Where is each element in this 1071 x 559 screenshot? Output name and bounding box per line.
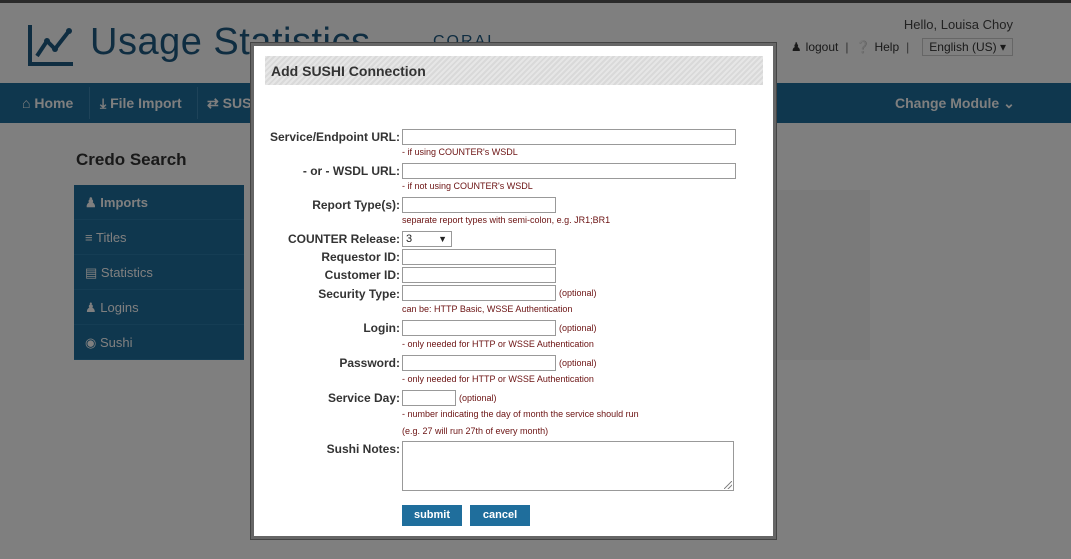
password-optional: (optional) — [559, 358, 597, 368]
password-label: Password: — [339, 356, 400, 370]
wsdl-url-label: - or - WSDL URL: — [302, 164, 400, 178]
sushi-notes-label: Sushi Notes: — [326, 442, 400, 456]
cancel-button[interactable]: cancel — [470, 505, 530, 526]
wsdl-url-input[interactable] — [402, 163, 736, 179]
counter-release-value: 3 — [406, 233, 413, 245]
report-types-label: Report Type(s): — [312, 198, 400, 212]
service-day-input[interactable] — [402, 390, 456, 406]
security-type-input[interactable] — [402, 285, 556, 301]
requestor-id-label: Requestor ID: — [321, 250, 400, 264]
modal-titlebar: Add SUSHI Connection — [265, 56, 763, 85]
submit-button[interactable]: submit — [402, 505, 462, 526]
security-type-hint: can be: HTTP Basic, WSSE Authentication — [402, 304, 573, 314]
security-type-optional: (optional) — [559, 288, 597, 298]
login-optional: (optional) — [559, 323, 597, 333]
add-sushi-connection-dialog: Add SUSHI Connection Service/Endpoint UR… — [254, 46, 773, 536]
counter-release-select[interactable]: 3 ▼ — [402, 231, 452, 247]
login-input[interactable] — [402, 320, 556, 336]
customer-id-input[interactable] — [402, 267, 556, 283]
service-day-example: (e.g. 27 will run 27th of every month) — [402, 426, 549, 436]
password-input[interactable] — [402, 355, 556, 371]
modal-title: Add SUSHI Connection — [271, 63, 426, 79]
password-hint: - only needed for HTTP or WSSE Authentic… — [402, 374, 594, 384]
caret-down-icon: ▼ — [438, 234, 447, 244]
service-url-hint: - if using COUNTER's WSDL — [402, 147, 518, 157]
service-day-hint: - number indicating the day of month the… — [402, 409, 639, 419]
customer-id-label: Customer ID: — [324, 268, 400, 282]
service-day-label: Service Day: — [327, 391, 400, 405]
login-hint: - only needed for HTTP or WSSE Authentic… — [402, 339, 594, 349]
service-url-input[interactable] — [402, 129, 736, 145]
report-types-input[interactable] — [402, 197, 556, 213]
sushi-notes-textarea[interactable] — [402, 441, 734, 491]
security-type-label: Security Type: — [318, 287, 400, 301]
login-label: Login: — [363, 321, 400, 335]
wsdl-url-hint: - if not using COUNTER's WSDL — [402, 181, 533, 191]
requestor-id-input[interactable] — [402, 249, 556, 265]
service-url-label: Service/Endpoint URL: — [269, 130, 400, 144]
counter-release-label: COUNTER Release: — [287, 232, 400, 246]
report-types-hint: separate report types with semi-colon, e… — [402, 215, 611, 225]
resize-handle-icon[interactable] — [724, 481, 732, 489]
service-day-optional: (optional) — [459, 393, 497, 403]
